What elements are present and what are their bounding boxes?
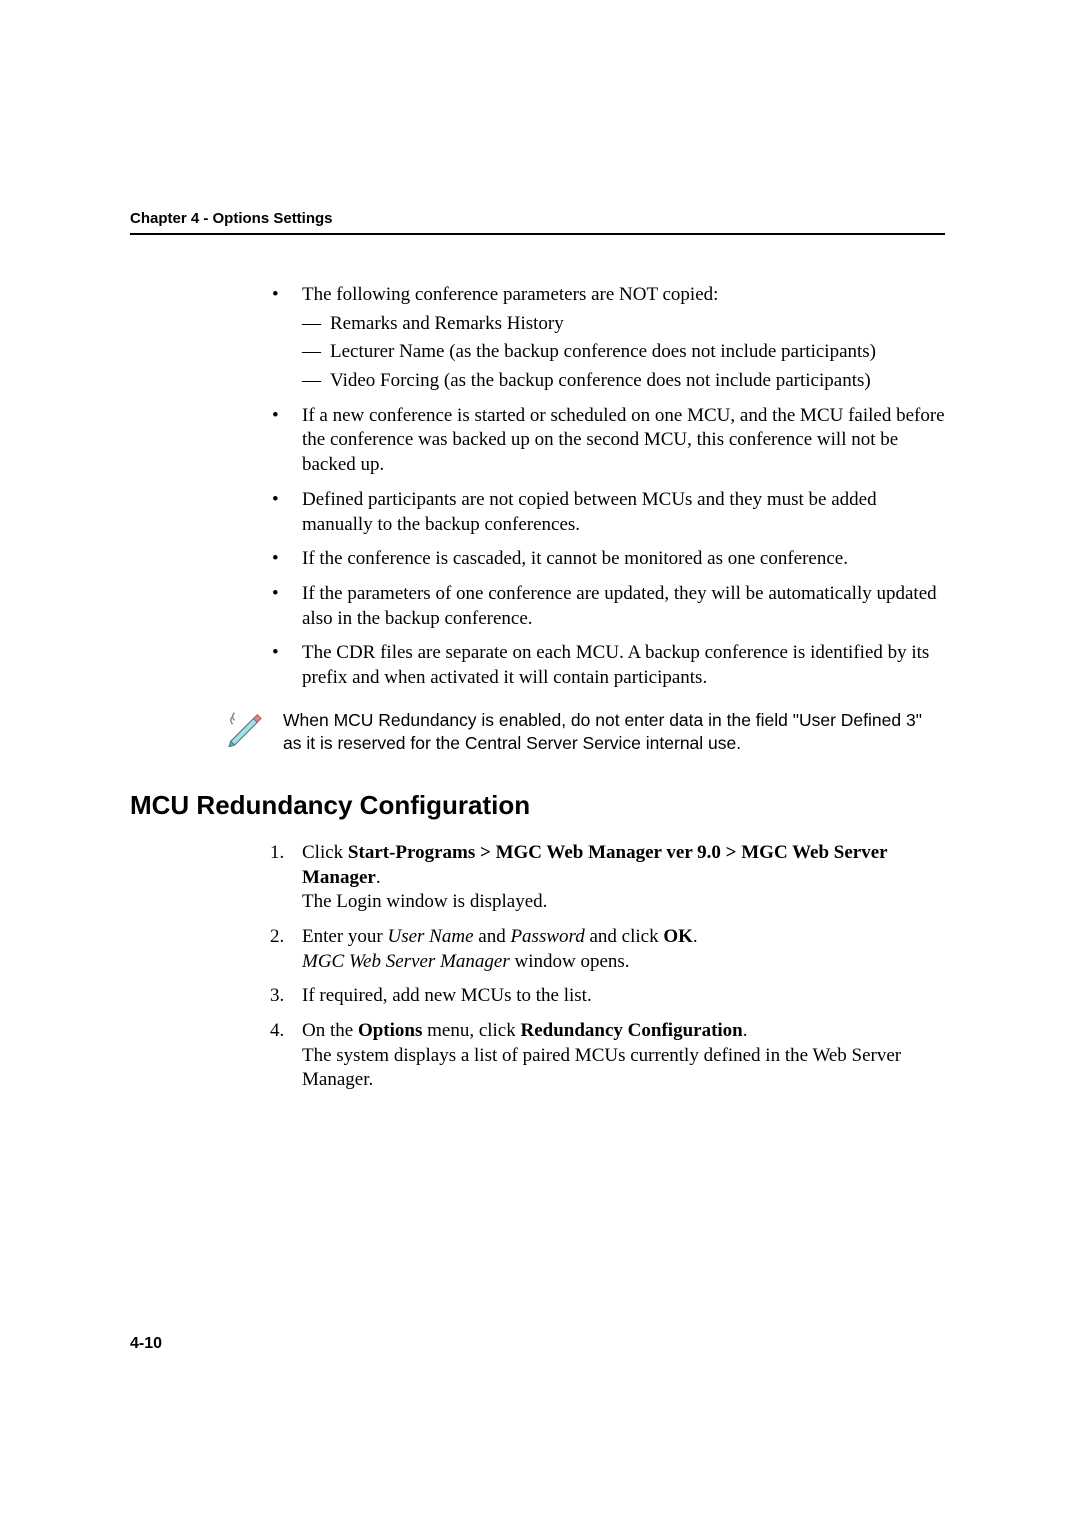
- chapter-header: Chapter 4 - Options Settings: [130, 210, 945, 227]
- note-icon: [225, 709, 263, 747]
- step-italic: Password: [510, 926, 584, 947]
- step-text: menu, click: [422, 1020, 520, 1041]
- dash-item: Video Forcing (as the backup conference …: [302, 369, 945, 394]
- step-italic: MGC Web Server Manager: [302, 951, 510, 972]
- page-number: 4-10: [130, 1335, 162, 1353]
- step-bold: OK: [663, 926, 693, 947]
- step-bold: Start-Programs > MGC Web Manager ver 9.0…: [302, 842, 887, 888]
- step-item: Click Start-Programs > MGC Web Manager v…: [270, 841, 945, 915]
- bullet-item: If a new conference is started or schedu…: [270, 404, 945, 478]
- step-text: .: [376, 867, 381, 888]
- bullet-list: The following conference parameters are …: [270, 283, 945, 691]
- bullet-item: The CDR files are separate on each MCU. …: [270, 641, 945, 690]
- step-text: and: [474, 926, 511, 947]
- section-heading: MCU Redundancy Configuration: [130, 790, 945, 821]
- step-text: Enter your: [302, 926, 387, 947]
- step-bold: Redundancy Configuration: [521, 1020, 743, 1041]
- bullet-item: Defined participants are not copied betw…: [270, 488, 945, 537]
- step-text: window opens.: [510, 951, 630, 972]
- dash-list: Remarks and Remarks History Lecturer Nam…: [302, 312, 945, 394]
- step-text: Click: [302, 842, 348, 863]
- step-text: On the: [302, 1020, 358, 1041]
- header-rule: [130, 233, 945, 235]
- step-text: The system displays a list of paired MCU…: [302, 1045, 901, 1091]
- content-area: The following conference parameters are …: [270, 283, 945, 756]
- bullet-item: The following conference parameters are …: [270, 283, 945, 394]
- step-bold: Options: [358, 1020, 422, 1041]
- step-item: If required, add new MCUs to the list.: [270, 984, 945, 1009]
- step-text: .: [743, 1020, 748, 1041]
- step-text: and click: [585, 926, 664, 947]
- dash-item: Lecturer Name (as the backup conference …: [302, 340, 945, 365]
- step-item: Enter your User Name and Password and cl…: [270, 925, 945, 974]
- numbered-list: Click Start-Programs > MGC Web Manager v…: [270, 841, 945, 1093]
- steps-area: Click Start-Programs > MGC Web Manager v…: [270, 841, 945, 1093]
- page-container: Chapter 4 - Options Settings The followi…: [0, 0, 1080, 1093]
- bullet-item: If the conference is cascaded, it cannot…: [270, 547, 945, 572]
- bullet-text: The following conference parameters are …: [302, 284, 718, 305]
- note-text: When MCU Redundancy is enabled, do not e…: [283, 709, 945, 756]
- dash-item: Remarks and Remarks History: [302, 312, 945, 337]
- step-text: The Login window is displayed.: [302, 891, 547, 912]
- bullet-item: If the parameters of one conference are …: [270, 582, 945, 631]
- step-italic: User Name: [387, 926, 473, 947]
- step-text: .: [693, 926, 698, 947]
- step-item: On the Options menu, click Redundancy Co…: [270, 1019, 945, 1093]
- note-block: When MCU Redundancy is enabled, do not e…: [130, 709, 945, 756]
